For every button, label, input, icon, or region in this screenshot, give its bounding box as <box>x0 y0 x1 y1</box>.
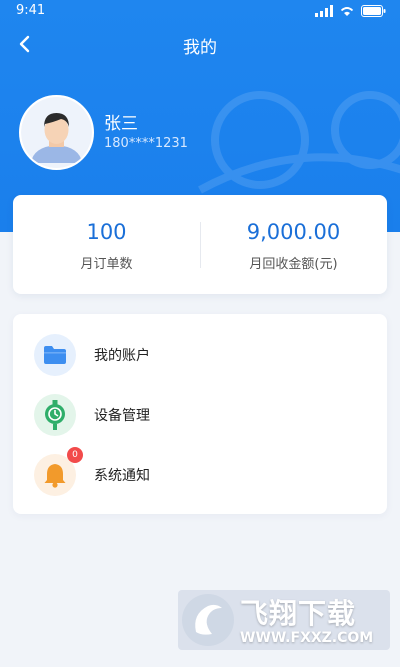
avatar[interactable] <box>19 95 94 170</box>
device-icon <box>34 394 76 436</box>
stat-label: 月订单数 <box>80 257 133 272</box>
menu-item-label: 系统通知 <box>94 468 150 484</box>
stat-value: 100 <box>86 220 127 244</box>
notification-badge: 0 <box>67 447 83 463</box>
navigation-bar: 我的 <box>0 24 400 64</box>
decorative-pattern <box>198 91 400 194</box>
signal-icon <box>315 5 333 17</box>
status-time: 9:41 <box>16 3 46 18</box>
watermark-url: WWW.FXXZ.COM <box>240 630 374 646</box>
user-phone: 180****1231 <box>104 136 188 151</box>
stats-card: 100 月订单数 9,000.00 月回收金额(元) <box>13 195 387 294</box>
watermark-title: 飞翔下载 <box>240 597 357 630</box>
user-avatar-icon <box>21 97 92 168</box>
stat-value: 9,000.00 <box>246 220 341 244</box>
menu-item-device-management[interactable]: 设备管理 <box>13 384 387 444</box>
menu-card: 我的账户 设备管理 0 系统通知 <box>13 314 387 514</box>
menu-item-my-account[interactable]: 我的账户 <box>13 324 387 384</box>
folder-icon <box>34 334 76 376</box>
stat-label: 月回收金额(元) <box>249 257 338 272</box>
page-title: 我的 <box>183 38 217 58</box>
menu-item-label: 我的账户 <box>94 348 150 364</box>
monthly-recycle-amount-stat[interactable]: 9,000.00 月回收金额(元) <box>200 195 387 294</box>
battery-icon <box>361 5 386 17</box>
menu-item-label: 设备管理 <box>94 408 150 424</box>
menu-item-system-notifications[interactable]: 0 系统通知 <box>13 444 387 504</box>
watermark-logo-icon <box>182 594 234 646</box>
watermark: 飞翔下载 WWW.FXXZ.COM <box>178 590 390 650</box>
status-bar: 9:41 <box>0 0 400 24</box>
monthly-orders-stat[interactable]: 100 月订单数 <box>13 195 200 294</box>
user-name: 张三 <box>104 114 138 134</box>
wifi-icon <box>340 7 354 16</box>
